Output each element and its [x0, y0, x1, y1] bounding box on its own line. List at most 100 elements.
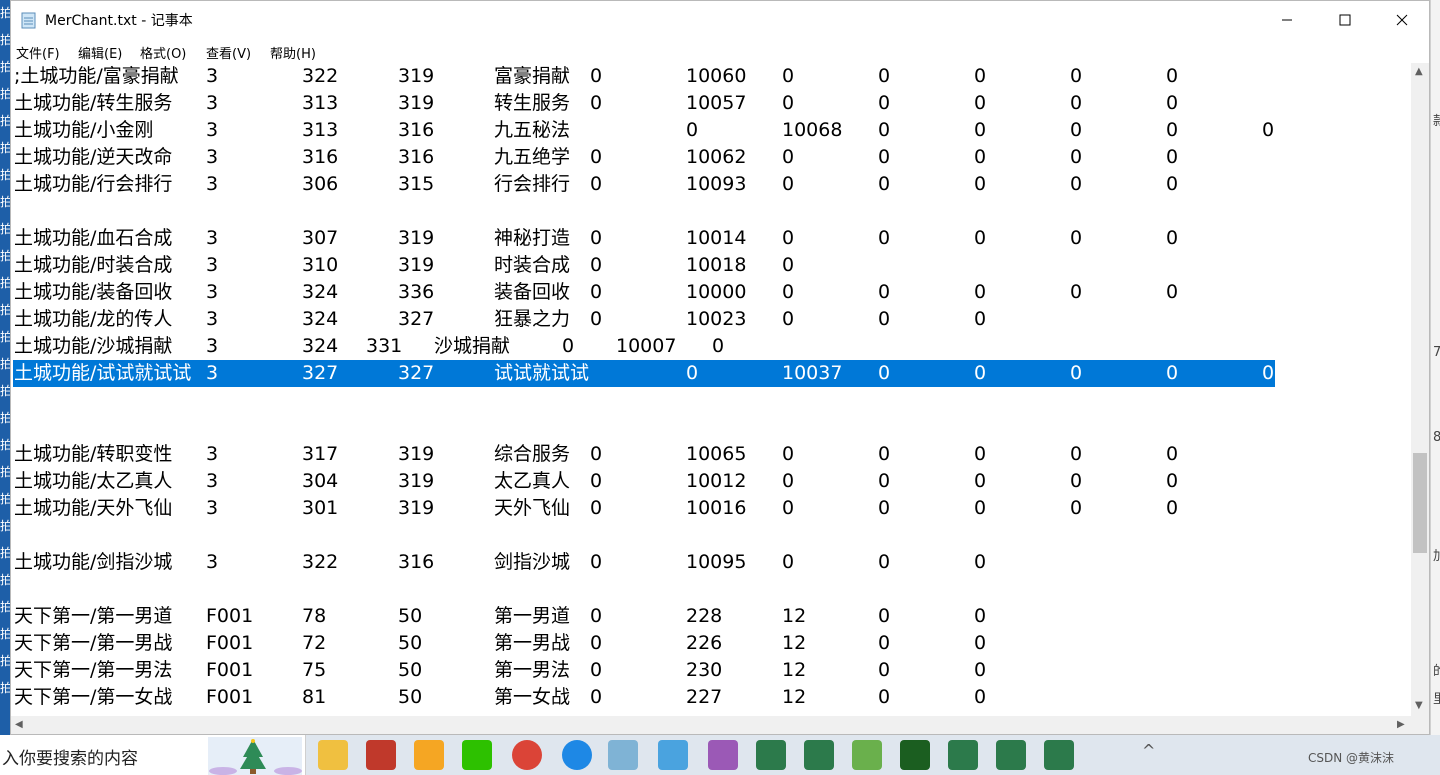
text-cell: 10016 [686, 497, 747, 519]
scroll-left-icon[interactable]: ◀ [15, 719, 23, 730]
text-cell: 第一男战 [494, 632, 571, 654]
strip-glyph: 7 [1433, 345, 1440, 360]
text-cell: 0 [590, 443, 603, 465]
text-cell: 0 [590, 497, 603, 519]
text-cell: 0 [974, 308, 987, 330]
taskbar-search-box[interactable]: 入你要搜索的内容 [0, 735, 306, 775]
text-cell: 50 [398, 632, 423, 654]
mu-icon[interactable] [900, 740, 930, 770]
chrome-icon[interactable] [512, 740, 542, 770]
app-icon[interactable] [756, 740, 786, 770]
text-cell: F001 [206, 632, 254, 654]
text-cell: 土城功能/转职变性 [14, 443, 173, 465]
pinwheel-icon[interactable] [658, 740, 688, 770]
menu-help[interactable]: 帮助(H) [270, 43, 316, 62]
dbc-icon[interactable] [708, 740, 738, 770]
text-cell: 天下第一/第一男法 [14, 659, 173, 681]
text-cell: 324 [302, 308, 339, 330]
text-cell: 10065 [686, 443, 747, 465]
minimize-icon [1282, 19, 1292, 21]
text-cell: 12 [782, 605, 807, 627]
text-cell: 78 [302, 605, 327, 627]
selected-text-line[interactable]: 土城功能/试试就试试 3 327 327 试试就试试 0 10037 0 0 0 0 0 [13, 360, 1275, 387]
notepad-icon[interactable] [608, 740, 638, 770]
text-cell: 3 [206, 335, 219, 357]
minimize-button[interactable] [1258, 1, 1316, 39]
vertical-scrollbar[interactable]: ▲ ▼ [1411, 63, 1429, 716]
text-cell: 天下第一/第一男战 [14, 632, 173, 654]
scroll-right-icon[interactable]: ▶ [1397, 719, 1405, 730]
text-cell: 12 [782, 686, 807, 708]
text-cell: 0 [590, 281, 603, 303]
text-cell: 0 [590, 551, 603, 573]
strip-glyph: 拍 [0, 384, 13, 398]
text-cell: 0 [590, 659, 603, 681]
text-cell: 0 [878, 605, 891, 627]
title-bar: MerChant.txt - 记事本 [11, 1, 1429, 39]
text-cell: 327 [398, 362, 435, 384]
wechat-icon[interactable] [462, 740, 492, 770]
text-cell: 10057 [686, 92, 747, 114]
explorer-icon[interactable] [318, 740, 348, 770]
maximize-button[interactable] [1316, 1, 1374, 39]
horizontal-scrollbar[interactable]: ◀ ▶ [11, 716, 1411, 734]
text-cell: 0 [1070, 281, 1083, 303]
close-button[interactable] [1373, 1, 1431, 39]
text-cell: 81 [302, 686, 327, 708]
text-cell: 0 [1166, 362, 1179, 384]
text-cell: 0 [1070, 362, 1083, 384]
vertical-scroll-thumb[interactable] [1413, 453, 1427, 553]
text-cell: 0 [1262, 362, 1275, 384]
menu-view[interactable]: 查看(V) [206, 43, 251, 62]
text-cell: 0 [878, 227, 891, 249]
scrollbar-corner [1411, 716, 1429, 734]
text-cell: 3 [206, 119, 219, 141]
text-cell: 第一男法 [494, 659, 571, 681]
text-cell: 0 [1070, 497, 1083, 519]
scroll-up-icon[interactable]: ▲ [1415, 66, 1423, 77]
background-strip-left: 拍拍拍拍拍拍拍拍拍拍拍拍拍拍拍拍拍拍拍拍拍拍拍拍拍拍 [0, 0, 13, 735]
menu-format[interactable]: 格式(O) [140, 43, 186, 62]
text-cell: 306 [302, 173, 339, 195]
text-cell: 0 [590, 227, 603, 249]
tray-expand-icon[interactable]: ^ [1142, 741, 1155, 760]
strip-glyph: 拍 [0, 519, 13, 533]
panda-icon[interactable] [414, 740, 444, 770]
text-cell: 0 [712, 335, 725, 357]
text-cell: 0 [878, 308, 891, 330]
text-editor[interactable]: ;土城功能/富豪捐献 3 322 319 富豪捐献 0 10060 0 0 0 0 0 土城功能/转生服… [11, 63, 1411, 716]
text-cell: 0 [878, 281, 891, 303]
strip-glyph: 拍 [0, 654, 13, 668]
scroll-down-icon[interactable]: ▼ [1415, 700, 1423, 711]
app-icon[interactable] [996, 740, 1026, 770]
text-cell: 327 [302, 362, 339, 384]
strip-glyph: 里 [1433, 692, 1440, 707]
text-cell: 0 [782, 173, 795, 195]
strip-glyph: 拍 [0, 60, 13, 74]
text-cell: 3 [206, 65, 219, 87]
game-icon[interactable] [366, 740, 396, 770]
text-cell: 0 [782, 92, 795, 114]
app-icon[interactable] [1044, 740, 1074, 770]
text-cell: 0 [1166, 443, 1179, 465]
christmas-tree-icon [208, 737, 302, 775]
text-cell: 0 [782, 443, 795, 465]
text-cell: 0 [590, 146, 603, 168]
menu-edit[interactable]: 编辑(E) [78, 43, 122, 62]
strip-glyph: 拍 [0, 114, 13, 128]
menu-file[interactable]: 文件(F) [16, 43, 60, 62]
text-cell: 228 [686, 605, 723, 627]
text-cell: 3 [206, 497, 219, 519]
text-cell: 10007 [616, 335, 677, 357]
text-cell: 0 [974, 686, 987, 708]
taskbar: 入你要搜索的内容 ^ CSDN @黄沫沫 [0, 735, 1440, 775]
leaf-icon[interactable] [852, 740, 882, 770]
strip-glyph: 拍 [0, 573, 13, 587]
chat-icon[interactable] [562, 740, 592, 770]
text-cell: 第一男道 [494, 605, 571, 627]
text-cell: 土城功能/装备回收 [14, 281, 173, 303]
strip-glyph: 拍 [0, 600, 13, 614]
app-icon[interactable] [804, 740, 834, 770]
strip-glyph: 拍 [0, 303, 13, 317]
app-icon[interactable] [948, 740, 978, 770]
